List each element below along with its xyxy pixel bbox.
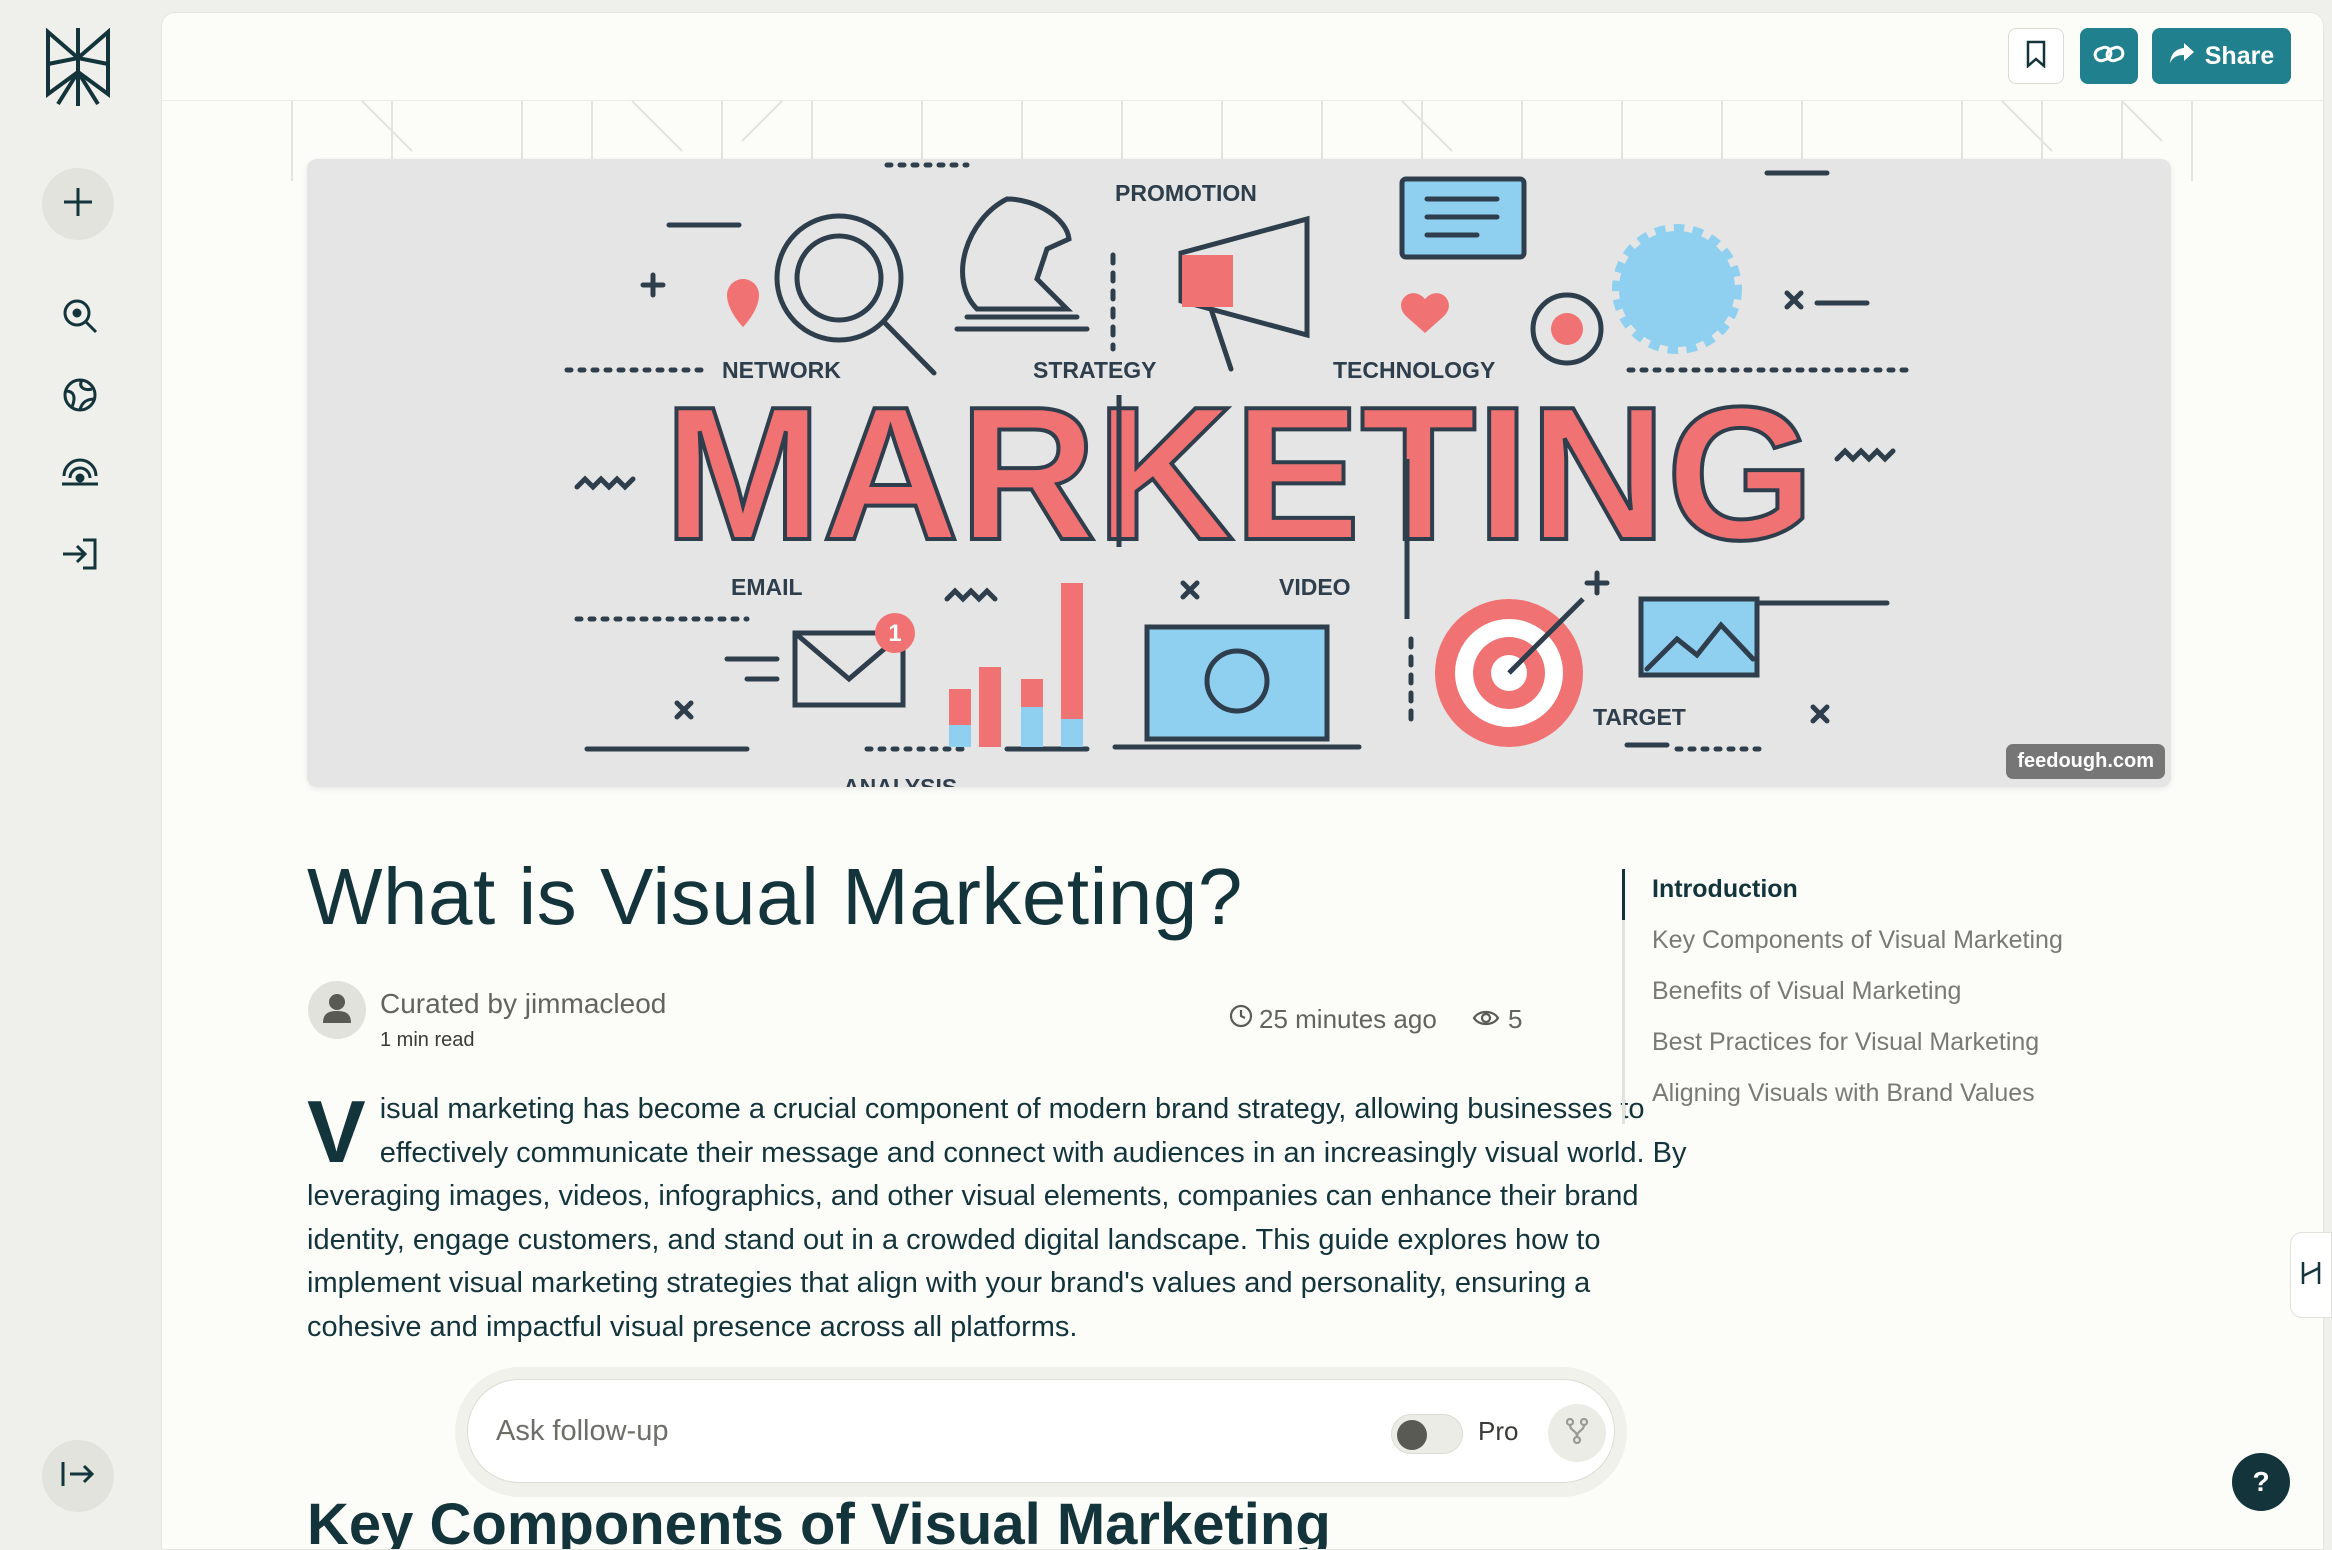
posted-time: 25 minutes ago [1229, 1004, 1437, 1035]
share-icon [2169, 42, 2195, 71]
share-button[interactable]: Share [2152, 28, 2291, 84]
bookmark-button[interactable] [2008, 28, 2064, 84]
link-icon [2093, 42, 2125, 71]
article-intro-text: isual marketing has become a crucial com… [307, 1093, 1687, 1343]
pro-label: Pro [1478, 1416, 1519, 1446]
article-intro: V isual marketing has become a crucial c… [307, 1088, 1687, 1380]
followup-box: Pro [467, 1379, 1615, 1483]
hero-word-analysis: ANALYSIS [843, 774, 957, 787]
view-count: 5 [1472, 1004, 1522, 1035]
toc-item-benefits[interactable]: Benefits of Visual Marketing [1625, 971, 2182, 1022]
panel-toggle-icon [2299, 1258, 2323, 1293]
pro-toggle-knob [1397, 1420, 1427, 1450]
spaces-icon [60, 456, 100, 497]
curator-name[interactable]: Curated by jimmacleod [380, 988, 666, 1020]
main-panel: Share MARKETING NETWORK STRATEGY PROMOTI… [161, 12, 2324, 1550]
hero-word-email: EMAIL [731, 574, 803, 600]
view-count-label: 5 [1508, 1004, 1523, 1034]
hero-word-target: TARGET [1593, 704, 1686, 730]
help-button[interactable]: ? [2232, 1453, 2290, 1511]
followup-bar: Pro [455, 1367, 1627, 1497]
table-of-contents: Introduction Key Components of Visual Ma… [1622, 869, 2182, 1124]
toc-item-brand-values[interactable]: Aligning Visuals with Brand Values [1625, 1073, 2182, 1124]
posted-time-label: 25 minutes ago [1259, 1004, 1437, 1034]
expand-icon [60, 1459, 96, 1494]
drop-cap: V [307, 1088, 366, 1181]
page-title: What is Visual Marketing? [307, 852, 1243, 941]
perplexity-logo-icon[interactable] [40, 24, 116, 110]
hero-email-badge: 1 [888, 620, 901, 647]
copy-link-button[interactable] [2080, 28, 2138, 84]
hero-word-strategy: STRATEGY [1033, 357, 1157, 383]
sidebar-item-discover[interactable] [58, 375, 102, 419]
eye-icon [1472, 1004, 1500, 1035]
image-source-badge[interactable]: feedough.com [2006, 744, 2165, 779]
bookmark-icon [2025, 40, 2047, 73]
globe-icon [62, 377, 98, 418]
section-heading: Key Components of Visual Marketing [307, 1492, 1331, 1550]
toc-item-best-practices[interactable]: Best Practices for Visual Marketing [1625, 1022, 2182, 1073]
sidebar-item-search[interactable] [58, 296, 102, 340]
sidebar-item-spaces[interactable] [58, 454, 102, 498]
thread-header: Share [162, 13, 2323, 101]
side-panel-handle[interactable] [2290, 1232, 2332, 1318]
hero-word-technology: TECHNOLOGY [1333, 357, 1495, 383]
plus-icon [61, 185, 95, 224]
followup-input[interactable] [496, 1406, 1096, 1456]
toc-item-key-components[interactable]: Key Components of Visual Marketing [1625, 920, 2182, 971]
new-thread-button[interactable] [42, 168, 114, 240]
toc-item-introduction[interactable]: Introduction [1622, 869, 2182, 920]
sign-in-icon [61, 536, 99, 577]
hero-word-promotion: PROMOTION [1115, 180, 1257, 206]
hero-word-marketing: MARKETING [664, 368, 1814, 580]
pro-toggle[interactable] [1391, 1414, 1463, 1454]
submit-button[interactable] [1548, 1404, 1606, 1462]
hero-image: MARKETING NETWORK STRATEGY PROMOTION TEC… [307, 159, 2171, 787]
hero-word-video: VIDEO [1279, 574, 1351, 600]
clock-icon [1229, 1004, 1253, 1035]
share-label: Share [2204, 41, 2275, 70]
avatar[interactable] [308, 981, 366, 1039]
sidebar [0, 0, 161, 1550]
user-icon [323, 993, 351, 1028]
search-icon [62, 298, 98, 339]
read-time: 1 min read [380, 1029, 475, 1051]
sidebar-item-sign-in[interactable] [58, 534, 102, 578]
expand-sidebar-button[interactable] [42, 1440, 114, 1512]
fork-icon [1565, 1417, 1589, 1449]
hero-word-network: NETWORK [722, 357, 841, 383]
